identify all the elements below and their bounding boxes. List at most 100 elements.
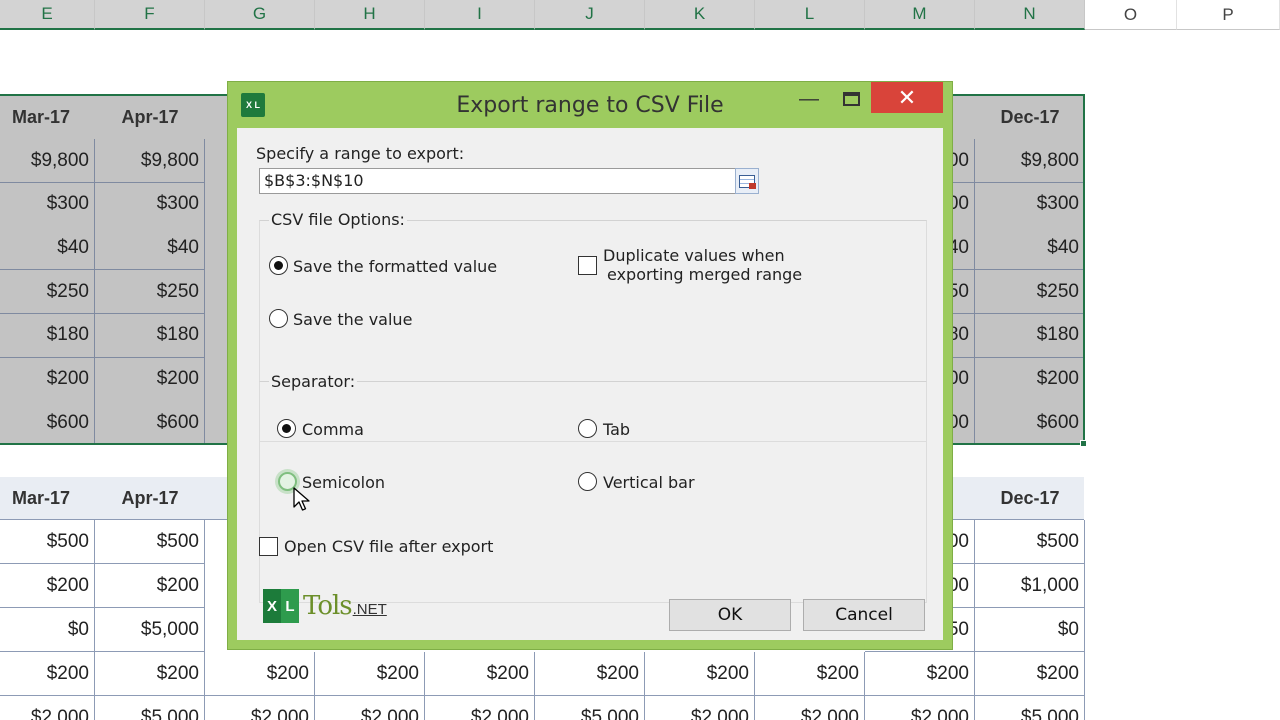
- table1-cell-f[interactable]: $180: [95, 313, 205, 358]
- ok-button[interactable]: OK: [669, 599, 791, 631]
- table2-header-mar[interactable]: Mar-17: [0, 477, 82, 520]
- vertical-bar-radio[interactable]: [578, 472, 597, 491]
- table1-cell-n[interactable]: $600: [975, 401, 1085, 446]
- table2-full-row-cell[interactable]: $200: [975, 652, 1085, 696]
- table2-cell-e[interactable]: $200: [0, 564, 95, 608]
- tab-label[interactable]: Tab: [603, 420, 630, 439]
- column-header-g[interactable]: G: [205, 0, 315, 30]
- table2-cell-n[interactable]: $500: [975, 520, 1085, 564]
- column-header-m[interactable]: M: [865, 0, 975, 30]
- table1-header-mar[interactable]: Mar-17: [0, 95, 82, 139]
- column-header-f[interactable]: F: [95, 0, 205, 30]
- table1-cell-e[interactable]: $200: [0, 357, 95, 402]
- table2-cell-n[interactable]: $1,000: [975, 564, 1085, 608]
- table2-partial-row-cell[interactable]: $5,000: [535, 696, 645, 720]
- vertical-bar-label[interactable]: Vertical bar: [603, 473, 695, 492]
- separator-title: Separator:: [269, 372, 358, 391]
- table1-header-dec[interactable]: Dec-17: [975, 95, 1085, 139]
- table1-header-apr[interactable]: Apr-17: [95, 95, 205, 139]
- table2-cell-f[interactable]: $200: [95, 564, 205, 608]
- table2-header-dec[interactable]: Dec-17: [975, 477, 1085, 520]
- column-header-e[interactable]: E: [0, 0, 95, 30]
- table1-cell-n[interactable]: $40: [975, 226, 1085, 271]
- close-button[interactable]: ✕: [871, 82, 943, 113]
- save-formatted-radio[interactable]: [269, 256, 288, 275]
- table1-cell-e[interactable]: $600: [0, 401, 95, 446]
- column-header-p[interactable]: P: [1177, 0, 1280, 30]
- table2-cell-f[interactable]: $500: [95, 520, 205, 564]
- table2-cell-n[interactable]: $0: [975, 608, 1085, 652]
- table1-cell-f[interactable]: $200: [95, 357, 205, 402]
- table2-partial-row-cell[interactable]: $2,000: [0, 696, 95, 720]
- table1-cell-e[interactable]: $9,800: [0, 139, 95, 183]
- cancel-button[interactable]: Cancel: [803, 599, 925, 631]
- column-header-o[interactable]: O: [1085, 0, 1177, 30]
- table1-cell-n[interactable]: $180: [975, 313, 1085, 358]
- table2-cell-e[interactable]: $500: [0, 520, 95, 564]
- dialog-titlebar[interactable]: X L Export range to CSV File — ✕: [228, 82, 952, 128]
- table2-partial-row-cell[interactable]: $2,000: [865, 696, 975, 720]
- table1-cell-n[interactable]: $200: [975, 357, 1085, 402]
- xltools-logo[interactable]: X L Tols .NET: [263, 588, 387, 624]
- range-input[interactable]: $B$3:$N$10: [259, 168, 737, 194]
- column-header-j[interactable]: J: [535, 0, 645, 30]
- table2-full-row-cell[interactable]: $200: [315, 652, 425, 696]
- table2-partial-row-cell[interactable]: $5,000: [95, 696, 205, 720]
- table2-header-apr[interactable]: Apr-17: [95, 477, 205, 520]
- table2-full-row-cell[interactable]: $200: [645, 652, 755, 696]
- save-value-radio[interactable]: [269, 309, 288, 328]
- table1-cell-e[interactable]: $300: [0, 182, 95, 227]
- duplicate-values-label-line1[interactable]: Duplicate values when: [603, 246, 785, 265]
- table1-cell-n[interactable]: $300: [975, 182, 1085, 227]
- table2-full-row-cell[interactable]: $200: [0, 652, 95, 696]
- table2-full-row-cell[interactable]: $200: [425, 652, 535, 696]
- table1-cell-f[interactable]: $250: [95, 270, 205, 315]
- save-value-label[interactable]: Save the value: [293, 310, 412, 329]
- table1-cell-n[interactable]: $9,800: [975, 139, 1085, 183]
- column-header-l[interactable]: L: [755, 0, 865, 30]
- column-header-h[interactable]: H: [315, 0, 425, 30]
- table1-cell-f[interactable]: $9,800: [95, 139, 205, 183]
- table2-full-row-cell[interactable]: $200: [865, 652, 975, 696]
- csv-options-title: CSV file Options:: [269, 210, 407, 229]
- table2-cell-f[interactable]: $5,000: [95, 608, 205, 652]
- table1-cell-e[interactable]: $180: [0, 313, 95, 358]
- table2-partial-row-cell[interactable]: $2,000: [315, 696, 425, 720]
- tab-radio[interactable]: [578, 419, 597, 438]
- table1-cell-e[interactable]: $250: [0, 270, 95, 315]
- table1-cell-f[interactable]: $40: [95, 226, 205, 271]
- duplicate-values-checkbox[interactable]: [578, 256, 597, 275]
- maximize-button[interactable]: [835, 82, 867, 116]
- table1-cell-f[interactable]: $300: [95, 182, 205, 227]
- column-header-i[interactable]: I: [425, 0, 535, 30]
- table2-cell-e[interactable]: $0: [0, 608, 95, 652]
- export-csv-dialog[interactable]: X L Export range to CSV File — ✕ Specify…: [227, 81, 953, 650]
- comma-radio[interactable]: [277, 419, 296, 438]
- table2-partial-row-cell[interactable]: $2,000: [205, 696, 315, 720]
- logo-net-link[interactable]: .NET: [353, 601, 387, 618]
- logo-tools-text: Tols: [303, 591, 353, 621]
- table2-partial-row-cell[interactable]: $5,000: [975, 696, 1085, 720]
- minimize-button[interactable]: —: [793, 82, 825, 116]
- mouse-pointer-icon: [293, 487, 310, 511]
- table2-full-row-cell[interactable]: $200: [95, 652, 205, 696]
- semicolon-label[interactable]: Semicolon: [302, 473, 385, 492]
- table2-full-row-cell[interactable]: $200: [205, 652, 315, 696]
- table2-partial-row-cell[interactable]: $2,000: [425, 696, 535, 720]
- comma-label[interactable]: Comma: [302, 420, 364, 439]
- fill-handle[interactable]: [1080, 440, 1087, 447]
- table1-cell-n[interactable]: $250: [975, 270, 1085, 315]
- open-after-export-label[interactable]: Open CSV file after export: [284, 537, 493, 556]
- column-header-n[interactable]: N: [975, 0, 1085, 30]
- table1-cell-e[interactable]: $40: [0, 226, 95, 271]
- table2-full-row-cell[interactable]: $200: [535, 652, 645, 696]
- column-header-k[interactable]: K: [645, 0, 755, 30]
- table2-full-row-cell[interactable]: $200: [755, 652, 865, 696]
- save-formatted-label[interactable]: Save the formatted value: [293, 257, 497, 276]
- table2-partial-row-cell[interactable]: $2,000: [645, 696, 755, 720]
- open-after-export-checkbox[interactable]: [259, 537, 278, 556]
- duplicate-values-label-line2[interactable]: exporting merged range: [607, 265, 802, 284]
- table1-cell-f[interactable]: $600: [95, 401, 205, 446]
- range-picker-button[interactable]: [735, 168, 759, 194]
- table2-partial-row-cell[interactable]: $2,000: [755, 696, 865, 720]
